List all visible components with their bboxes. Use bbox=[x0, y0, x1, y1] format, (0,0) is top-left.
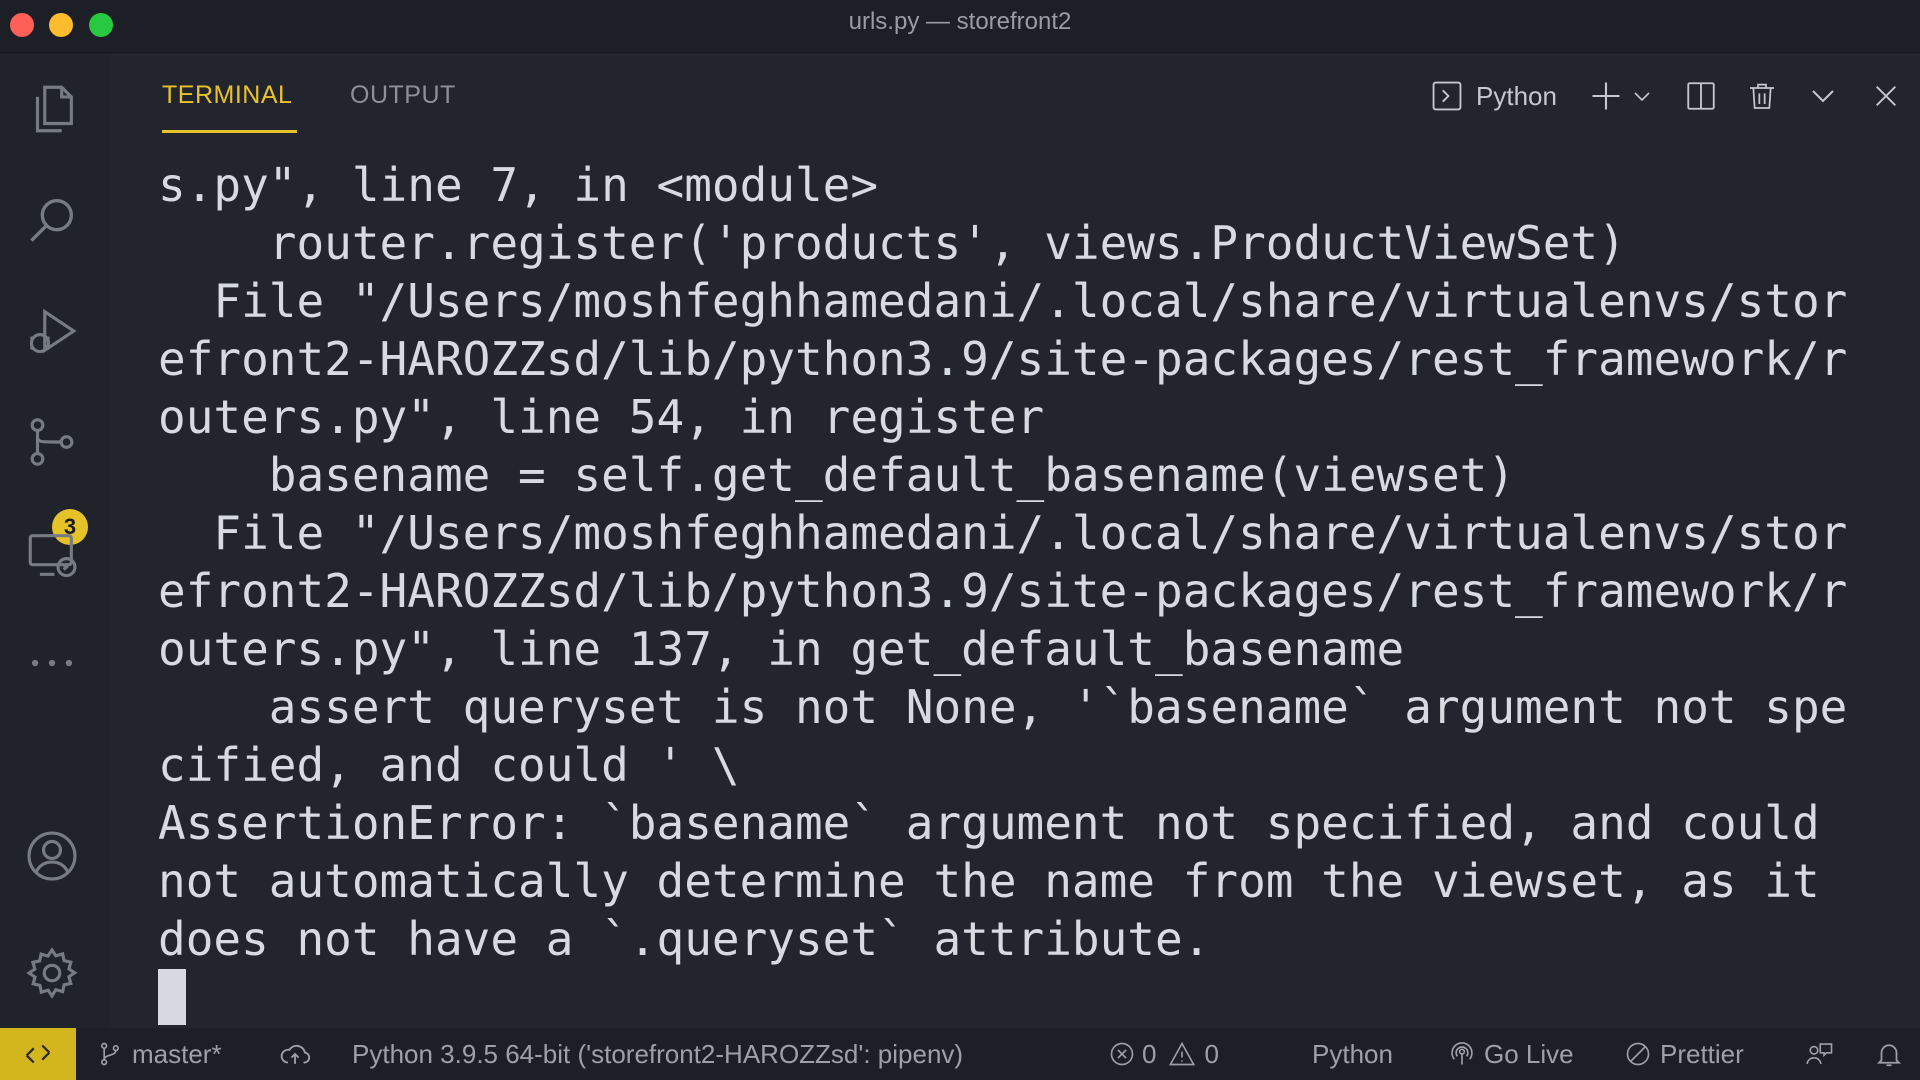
terminal-line: efront2-HAROZZsd/lib/python3.9/site-pack… bbox=[158, 332, 1848, 386]
kill-terminal-trash-icon bbox=[1750, 83, 1774, 109]
cloud-upload-icon bbox=[280, 1044, 311, 1064]
feedback-person-icon bbox=[1806, 1043, 1833, 1065]
terminal-line: cified, and could ' \ bbox=[158, 738, 740, 792]
terminal-shell-selector[interactable]: Python bbox=[1430, 73, 1557, 119]
error-icon bbox=[1110, 1042, 1134, 1066]
window-title: urls.py — storefront2 bbox=[848, 8, 1072, 35]
source-control-button[interactable] bbox=[20, 410, 84, 474]
go-live-button[interactable]: Go Live bbox=[1448, 1028, 1574, 1080]
bell-icon bbox=[1876, 1044, 1902, 1067]
prettier-label: Prettier bbox=[1660, 1038, 1744, 1069]
close-panel-icon bbox=[1876, 86, 1896, 106]
branch-name: master* bbox=[132, 1038, 222, 1069]
terminal-panel: TERMINAL OUTPUT Python s.py", line 7, in… bbox=[110, 53, 1920, 1028]
launch-profile-button[interactable] bbox=[1630, 73, 1654, 119]
branch-status[interactable]: master* bbox=[96, 1028, 222, 1080]
settings-gear-icon bbox=[26, 947, 78, 999]
title-bar: urls.py — storefront2 bbox=[0, 0, 1920, 53]
warning-icon bbox=[1169, 1041, 1196, 1066]
terminal-shell-icon bbox=[1432, 81, 1462, 111]
remote-explorer-icon bbox=[28, 534, 77, 578]
tab-terminal[interactable]: TERMINAL bbox=[162, 81, 292, 110]
run-debug-button[interactable] bbox=[20, 299, 84, 363]
launch-profile-chevron-icon bbox=[1634, 92, 1650, 102]
problems-status[interactable]: 0 0 bbox=[1108, 1028, 1219, 1080]
search-button[interactable] bbox=[20, 188, 84, 252]
git-branch-icon bbox=[101, 1042, 119, 1066]
terminal-line: outers.py", line 137, in get_default_bas… bbox=[158, 622, 1405, 676]
terminal-cursor bbox=[158, 969, 186, 1025]
terminal-line: s.py", line 7, in <module> bbox=[158, 158, 879, 212]
files-icon bbox=[35, 85, 73, 133]
warning-count: 0 bbox=[1204, 1038, 1219, 1069]
activity-bar: 3 bbox=[0, 53, 110, 1028]
settings-button[interactable] bbox=[20, 941, 84, 1005]
broadcast-icon bbox=[1451, 1042, 1473, 1065]
terminal-line: not automatically determine the name fro… bbox=[158, 854, 1820, 908]
terminal-line: File "/Users/moshfeghhamedani/.local/sha… bbox=[158, 506, 1848, 560]
terminal-line: assert queryset is not None, '`basename`… bbox=[158, 680, 1848, 734]
new-terminal-button[interactable] bbox=[1588, 73, 1624, 119]
terminal-line: efront2-HAROZZsd/lib/python3.9/site-pack… bbox=[158, 564, 1848, 618]
error-count: 0 bbox=[1142, 1038, 1157, 1069]
split-terminal-button[interactable] bbox=[1684, 73, 1718, 119]
accounts-button[interactable] bbox=[20, 824, 84, 888]
maximize-panel-chevron-icon bbox=[1812, 90, 1834, 103]
prettier-disabled-icon bbox=[1626, 1042, 1650, 1066]
feedback-button[interactable] bbox=[1804, 1028, 1834, 1080]
go-live-label: Go Live bbox=[1484, 1038, 1574, 1069]
status-bar: master* Python 3.9.5 64-bit ('storefront… bbox=[0, 1028, 1920, 1080]
more-button[interactable] bbox=[20, 631, 84, 695]
terminal-output[interactable]: s.py", line 7, in <module> router.regist… bbox=[158, 156, 1908, 968]
prettier-status[interactable]: Prettier bbox=[1624, 1028, 1744, 1080]
terminal-line: basename = self.get_default_basename(vie… bbox=[158, 448, 1516, 502]
search-icon bbox=[30, 198, 74, 242]
terminal-line: AssertionError: `basename` argument not … bbox=[158, 796, 1820, 850]
tab-output[interactable]: OUTPUT bbox=[350, 81, 456, 110]
close-panel-button[interactable] bbox=[1872, 73, 1900, 119]
remote-indicator-icon bbox=[25, 1044, 51, 1064]
split-terminal-icon bbox=[1687, 82, 1715, 110]
python-interpreter-status[interactable]: Python 3.9.5 64-bit ('storefront2-HAROZZ… bbox=[352, 1028, 963, 1080]
explorer-button[interactable] bbox=[20, 77, 84, 141]
terminal-shell-label: Python bbox=[1476, 80, 1557, 111]
kill-terminal-button[interactable] bbox=[1746, 73, 1778, 119]
terminal-line: router.register('products', views.Produc… bbox=[158, 216, 1626, 270]
sync-button[interactable] bbox=[278, 1028, 312, 1080]
language-mode-status[interactable]: Python bbox=[1312, 1028, 1393, 1080]
notifications-button[interactable] bbox=[1874, 1028, 1904, 1080]
remote-indicator-button[interactable] bbox=[0, 1028, 76, 1080]
accounts-icon bbox=[27, 831, 77, 881]
terminal-line: does not have a `.queryset` attribute. bbox=[158, 912, 1211, 966]
more-icon bbox=[31, 659, 73, 667]
terminal-line: outers.py", line 54, in register bbox=[158, 390, 1045, 444]
new-terminal-plus-icon bbox=[1592, 82, 1620, 110]
maximize-panel-button[interactable] bbox=[1808, 73, 1838, 119]
active-tab-indicator bbox=[162, 130, 297, 133]
remote-explorer-button[interactable] bbox=[20, 523, 84, 587]
source-control-icon bbox=[30, 418, 74, 466]
terminal-line: File "/Users/moshfeghhamedani/.local/sha… bbox=[158, 274, 1848, 328]
run-debug-icon bbox=[29, 308, 77, 354]
